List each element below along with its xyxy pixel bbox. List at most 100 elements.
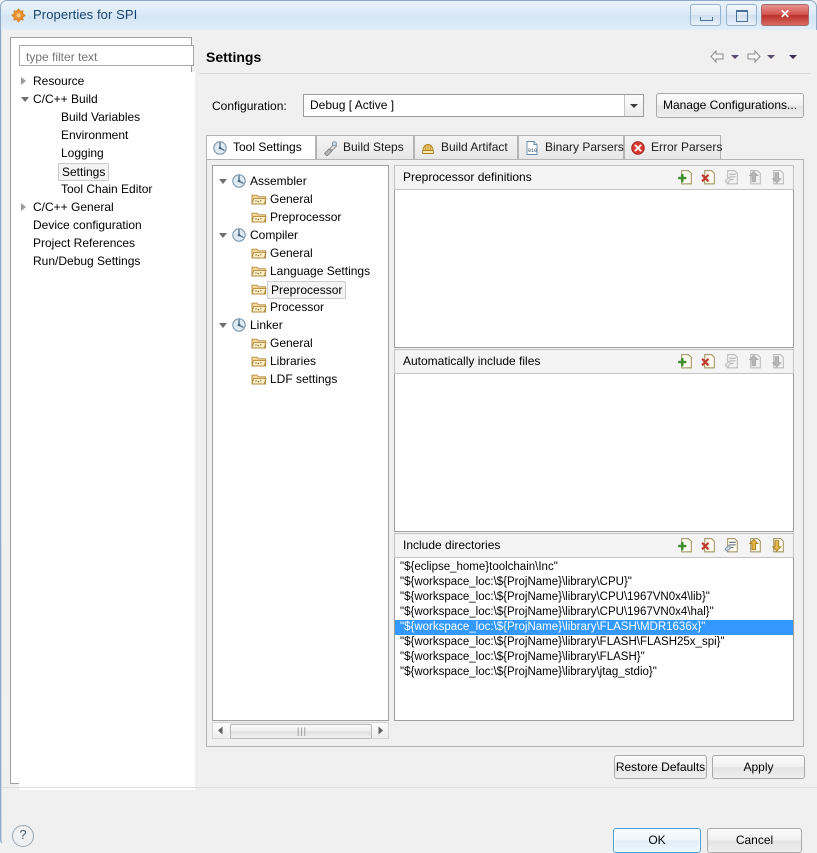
filter-input-wrap[interactable] [19, 45, 194, 66]
add-icon[interactable] [678, 537, 695, 555]
tab-label: Binary Parsers [545, 140, 624, 154]
list-item[interactable]: "${workspace_loc:\${ProjName}\library\CP… [395, 575, 793, 590]
list-item[interactable]: "${workspace_loc:\${ProjName}\library\FL… [395, 635, 793, 650]
scroll-right-icon[interactable] [372, 723, 388, 738]
section-toolbar [672, 537, 787, 555]
tab-label: Build Steps [343, 140, 404, 154]
tool-tree-item-general[interactable]: General [213, 244, 388, 262]
svg-text:010: 010 [528, 148, 537, 154]
apply-button[interactable]: Apply [712, 755, 805, 779]
sidebar-item-device-configuration[interactable]: Device configuration [19, 216, 195, 234]
chevron-down-icon[interactable] [219, 179, 227, 184]
tool-tree-item-label: General [270, 336, 313, 350]
tool-tree-item-language-settings[interactable]: Language Settings [213, 262, 388, 280]
list-item[interactable]: "${workspace_loc:\${ProjName}\library\FL… [395, 650, 793, 665]
sidebar-item-c-c-general[interactable]: C/C++ General [19, 198, 195, 216]
tab-binary-parsers[interactable]: 010 Binary Parsers [518, 135, 624, 159]
back-menu-chevron-down-icon[interactable] [731, 55, 739, 59]
move-up-icon[interactable] [747, 537, 764, 555]
close-button[interactable]: ✕ [761, 4, 809, 26]
add-icon[interactable] [678, 353, 695, 371]
edit-icon[interactable] [724, 537, 741, 555]
settings-page: Settings Configuration: Debug [Active]… [199, 37, 811, 784]
manage-configurations-button[interactable]: Manage Configurations... [656, 93, 804, 118]
chevron-down-icon[interactable] [21, 97, 29, 102]
sidebar-item-environment[interactable]: Environment [19, 126, 195, 144]
list-item-value: "${workspace_loc:\${ProjName}\library\jt… [400, 666, 657, 678]
sidebar-item-resource[interactable]: Resource [19, 72, 195, 90]
binary-parsers-icon: 010 [524, 140, 540, 156]
tab-build-artifact[interactable]: Build Artifact [414, 135, 518, 159]
restore-defaults-button[interactable]: Restore Defaults [614, 755, 707, 779]
sidebar-item-project-references[interactable]: Project References [19, 234, 195, 252]
tab-tool-settings[interactable]: Tool Settings [206, 135, 316, 160]
ok-button[interactable]: OK [613, 828, 701, 853]
section-list[interactable] [394, 374, 794, 532]
list-item-value: "${workspace_loc:\${ProjName}\library\CP… [400, 591, 710, 603]
chevron-right-icon[interactable] [21, 77, 26, 85]
sidebar-item-c-c-build[interactable]: C/C++ Build [19, 90, 195, 108]
move-down-icon[interactable] [770, 537, 787, 555]
tool-tree-item-label: Preprocessor [267, 281, 347, 299]
list-item[interactable]: "${workspace_loc:\${ProjName}\library\jt… [395, 665, 793, 680]
configuration-dropdown-arrow[interactable] [624, 95, 643, 116]
tool-list-tree[interactable]: Assembler General Preprocessor Compiler Gene… [212, 165, 389, 721]
tool-tree-item-preprocessor[interactable]: Preprocessor [213, 208, 388, 226]
chevron-down-icon[interactable] [219, 323, 227, 328]
tab-content: Assembler General Preprocessor Compiler Gene… [206, 159, 804, 747]
delete-icon[interactable] [701, 353, 718, 371]
tab-error-parsers[interactable]: Error Parsers [624, 135, 722, 159]
tool-tree-item-assembler[interactable]: Assembler [213, 172, 388, 190]
tool-tree-item-compiler[interactable]: Compiler [213, 226, 388, 244]
list-item[interactable]: "${workspace_loc:\${ProjName}\library\CP… [395, 605, 793, 620]
maximize-button[interactable] [725, 4, 757, 26]
list-item-value: "${workspace_loc:\${ProjName}\library\FL… [400, 636, 725, 648]
section-toolbar [672, 169, 787, 187]
cancel-button[interactable]: Cancel [707, 828, 802, 853]
list-item[interactable]: "${workspace_loc:\${ProjName}\library\CP… [395, 590, 793, 605]
tool-tree-item-preprocessor[interactable]: Preprocessor [213, 280, 388, 299]
forward-menu-chevron-down-icon[interactable] [767, 55, 775, 59]
tool-tree-item-general[interactable]: General [213, 334, 388, 352]
sidebar-item-tool-chain-editor[interactable]: Tool Chain Editor [19, 180, 195, 198]
error-parsers-icon [630, 140, 646, 156]
scroll-left-icon[interactable] [213, 723, 229, 738]
list-item[interactable]: "${workspace_loc:\${ProjName}\library\FL… [395, 620, 793, 635]
tool-settings-tabfolder: Tool Settings Build Steps Build Artifact 01… [206, 135, 804, 747]
delete-icon[interactable] [701, 537, 718, 555]
tool-tree-item-libraries[interactable]: Libraries [213, 352, 388, 370]
chevron-right-icon[interactable] [21, 203, 26, 211]
tool-tree-item-processor[interactable]: Processor [213, 298, 388, 316]
tool-tree-hscrollbar[interactable]: ||| [212, 722, 389, 739]
list-item-value: "${workspace_loc:\${ProjName}\library\FL… [400, 621, 706, 633]
sidebar-item-build-variables[interactable]: Build Variables [19, 108, 195, 126]
sidebar-item-label: Build Variables [61, 110, 141, 124]
page-menu-chevron-down-icon[interactable] [789, 55, 797, 59]
add-icon[interactable] [678, 169, 695, 187]
section-title: Preprocessor definitions [403, 170, 532, 184]
tool-tree-item-general[interactable]: General [213, 190, 388, 208]
sidebar-item-run-debug-settings[interactable]: Run/Debug Settings [19, 252, 195, 270]
folder-icon [251, 299, 267, 315]
minimize-button[interactable] [690, 4, 722, 26]
sidebar-item-logging[interactable]: Logging [19, 144, 195, 162]
tool-tree-item-label: General [270, 192, 313, 206]
tab-build-steps[interactable]: Build Steps [316, 135, 414, 159]
section-list[interactable] [394, 190, 794, 348]
sidebar-item-settings[interactable]: Settings [19, 162, 195, 181]
section-list[interactable]: "${eclipse_home}toolchain\Inc" "${workspa… [394, 558, 794, 721]
section-preprocessor-definitions: Preprocessor definitions [394, 165, 794, 348]
tool-tree-item-label: Assembler [250, 174, 307, 188]
forward-arrow-icon[interactable] [745, 49, 762, 64]
list-item[interactable]: "${eclipse_home}toolchain\Inc" [395, 560, 793, 575]
folder-icon [251, 335, 267, 351]
tool-tree-item-ldf-settings[interactable]: LDF settings [213, 370, 388, 388]
search-input[interactable] [24, 49, 193, 65]
hscrollbar-thumb[interactable]: ||| [230, 724, 372, 739]
configuration-select[interactable]: Debug [ Active ] [303, 94, 644, 117]
delete-icon[interactable] [701, 169, 718, 187]
chevron-down-icon[interactable] [219, 233, 227, 238]
back-arrow-icon[interactable] [709, 49, 726, 64]
tool-tree-item-linker[interactable]: Linker [213, 316, 388, 334]
tool-tree-item-label: Processor [270, 300, 325, 314]
